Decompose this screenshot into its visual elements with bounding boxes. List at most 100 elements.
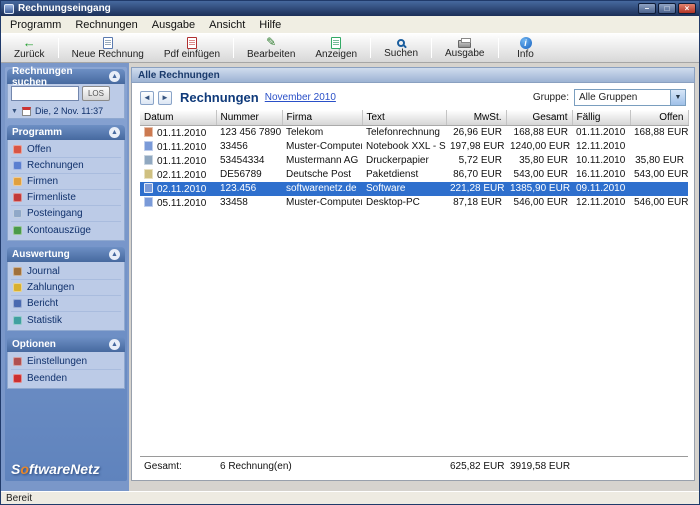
invoice-document-icon (144, 154, 153, 165)
workspace: Rechnungen suchen ▲ LOS ▼ Die, 2 Nov. 11… (1, 63, 699, 491)
table-row-selected[interactable]: 02.11.2010 123.456 softwarenetz.de Softw… (140, 181, 688, 196)
month-link[interactable]: November 2010 (265, 92, 336, 103)
column-header-mwst[interactable]: MwSt. (446, 110, 507, 126)
cell-text: Notebook XXL - Su... (366, 141, 446, 152)
search-section-header[interactable]: Rechnungen suchen ▲ (7, 66, 125, 88)
cell-nummer: 123 456 7890 (220, 127, 282, 138)
table-row[interactable]: 01.11.2010 123 456 7890 Telekom Telefonr… (140, 125, 688, 140)
optionen-section: Optionen ▲ Einstellungen Beenden (7, 337, 125, 389)
menu-ausgabe[interactable]: Ausgabe (145, 18, 202, 32)
window-controls: – □ × (638, 3, 696, 14)
payments-icon (13, 283, 22, 292)
programm-section: Programm ▲ Offen Rechnungen Firmen Firme… (7, 125, 125, 241)
cell-offen: 168,88 EUR (634, 127, 688, 138)
sidebar-item-bericht[interactable]: Bericht (11, 296, 121, 312)
table-row[interactable]: 05.11.2010 33458 Muster-Computer Desktop… (140, 196, 688, 210)
los-button[interactable]: LOS (82, 86, 110, 101)
group-select-value: Alle Gruppen (579, 92, 638, 103)
search-icon (397, 38, 406, 47)
totals-mwst: 625,82 EUR (446, 455, 506, 476)
sidebar-item-label: Beenden (27, 372, 68, 384)
sidebar-item-firmen[interactable]: Firmen (11, 174, 121, 190)
sidebar-item-journal[interactable]: Journal (11, 264, 121, 280)
cell-datum: 02.11.2010 (140, 168, 216, 182)
cell-gesamt: 35,80 EUR (519, 155, 568, 166)
search-button[interactable]: Suchen (374, 35, 428, 61)
column-header-nummer[interactable]: Nummer (216, 110, 283, 126)
printer-icon (458, 38, 472, 48)
group-select[interactable]: Alle Gruppen ▼ (574, 89, 686, 106)
cell-mwst: 87,18 EUR (453, 197, 502, 208)
auswertung-section-header[interactable]: Auswertung ▲ (7, 247, 125, 262)
collapse-icon[interactable]: ▲ (109, 127, 120, 138)
cell-firma: Muster-Computer (286, 197, 362, 208)
minimize-button[interactable]: – (638, 3, 656, 14)
invoice-icon (13, 161, 22, 170)
cell-mwst: 86,70 EUR (453, 169, 502, 180)
table-row[interactable]: 02.11.2010 DE56789 Deutsche Post Paketdi… (140, 168, 688, 182)
invoice-table: Datum Nummer Firma Text MwSt. Gesamt Fäl… (140, 110, 689, 210)
column-header-firma[interactable]: Firma (282, 110, 363, 126)
cell-faellig: 10.11.2010 (576, 155, 626, 166)
next-month-button[interactable]: ► (158, 90, 172, 105)
cell-faellig: 16.11.2010 (576, 169, 626, 180)
sidebar-item-kontoauszuege[interactable]: Kontoauszüge (11, 222, 121, 238)
menu-ansicht[interactable]: Ansicht (202, 18, 252, 32)
collapse-icon[interactable]: ▲ (109, 339, 120, 350)
title-bar[interactable]: Rechnungseingang – □ × (1, 1, 699, 16)
cell-mwst: 26,96 EUR (453, 127, 502, 138)
search-section-title: Rechnungen suchen (12, 65, 73, 88)
view-title: Rechnungen (180, 90, 259, 105)
column-header-offen[interactable]: Offen (630, 110, 689, 126)
menu-programm[interactable]: Programm (3, 18, 68, 32)
maximize-button[interactable]: □ (658, 3, 676, 14)
programm-section-header[interactable]: Programm ▲ (7, 125, 125, 140)
sidebar-item-beenden[interactable]: Beenden (11, 370, 121, 386)
cell-gesamt: 546,00 EUR (513, 197, 568, 208)
sidebar-item-label: Bericht (27, 298, 59, 309)
cell-text: Telefonrechnung (366, 127, 440, 138)
view-button[interactable]: Anzeigen (305, 35, 367, 61)
back-button-label: Zurück (14, 49, 45, 60)
pdf-icon (186, 36, 197, 49)
cell-faellig: 12.11.2010 (576, 141, 626, 152)
search-input[interactable] (11, 86, 79, 101)
back-button[interactable]: ← Zurück (4, 35, 55, 61)
column-header-faellig[interactable]: Fällig (572, 110, 631, 126)
new-invoice-button[interactable]: Neue Rechnung (62, 35, 154, 61)
sidebar-item-einstellungen[interactable]: Einstellungen (11, 354, 121, 370)
date-picker[interactable]: ▼ Die, 2 Nov. 11:37 (11, 106, 121, 116)
cell-mwst: 5,72 EUR (458, 155, 502, 166)
main-header: Alle Rechnungen (131, 67, 695, 83)
pdf-insert-button[interactable]: Pdf einfügen (154, 35, 230, 61)
sidebar-item-posteingang[interactable]: Posteingang (11, 206, 121, 222)
chevron-down-icon: ▼ (11, 107, 18, 115)
column-header-gesamt[interactable]: Gesamt (506, 110, 573, 126)
menu-rechnungen[interactable]: Rechnungen (68, 18, 144, 32)
menu-hilfe[interactable]: Hilfe (252, 18, 288, 32)
close-button[interactable]: × (678, 3, 696, 14)
table-row[interactable]: 01.11.2010 33456 Muster-Computer Noteboo… (140, 140, 688, 154)
prev-month-button[interactable]: ◄ (140, 90, 154, 105)
sidebar-item-rechnungen[interactable]: Rechnungen (11, 158, 121, 174)
settings-icon (13, 357, 22, 366)
sidebar-item-offen[interactable]: Offen (11, 142, 121, 158)
sidebar-item-firmenliste[interactable]: Firmenliste (11, 190, 121, 206)
cell-gesamt: 1385,90 EUR (506, 181, 572, 196)
sidebar-item-statistik[interactable]: Statistik (11, 312, 121, 328)
invoice-document-icon (144, 182, 153, 193)
info-button[interactable]: i Info (502, 35, 550, 61)
column-header-text[interactable]: Text (362, 110, 447, 126)
optionen-section-header[interactable]: Optionen ▲ (7, 337, 125, 352)
programm-section-title: Programm (12, 127, 63, 138)
collapse-icon[interactable]: ▲ (109, 71, 120, 82)
sidebar-item-zahlungen[interactable]: Zahlungen (11, 280, 121, 296)
table-row[interactable]: 01.11.2010 53454334 Mustermann AG Drucke… (140, 154, 688, 168)
edit-button[interactable]: ✎ Bearbeiten (237, 35, 305, 61)
cell-firma: Muster-Computer (286, 141, 362, 152)
exit-icon (13, 373, 22, 383)
column-header-datum[interactable]: Datum (140, 110, 217, 126)
toolbar-separator (431, 38, 433, 58)
collapse-icon[interactable]: ▲ (109, 249, 120, 260)
output-button[interactable]: Ausgabe (435, 35, 494, 61)
